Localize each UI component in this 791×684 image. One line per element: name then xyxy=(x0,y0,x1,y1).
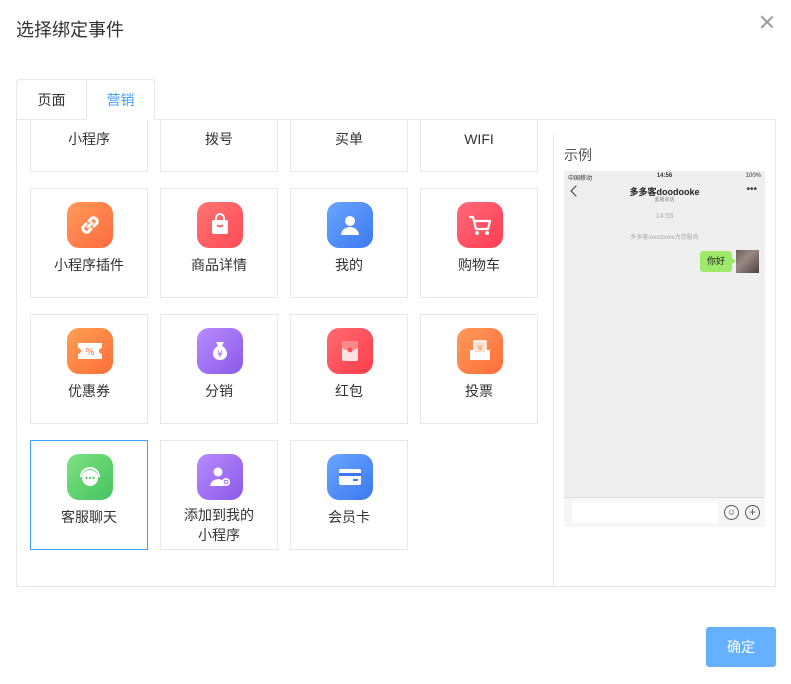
member-card-icon xyxy=(327,454,373,500)
tab-bar: 页面 营销 xyxy=(16,79,776,120)
chat-input-bar: ☺ + xyxy=(564,497,765,527)
money-bag-icon: ¥ xyxy=(197,328,243,374)
more-icon: ••• xyxy=(746,184,757,195)
event-label: 买单 xyxy=(335,131,363,147)
shopping-bag-icon xyxy=(197,202,243,248)
event-label: 购物车 xyxy=(458,257,500,273)
event-dial[interactable]: 拨号 xyxy=(160,120,278,172)
avatar xyxy=(736,250,759,273)
event-label-line1: 添加到我的 xyxy=(184,507,254,523)
event-label: 添加到我的 小程序 xyxy=(161,505,277,545)
event-label: 分销 xyxy=(205,383,233,399)
svg-text:¥: ¥ xyxy=(217,350,223,360)
red-envelope-icon xyxy=(327,328,373,374)
event-pay-bill[interactable]: 买单 xyxy=(290,120,408,172)
svg-text:V: V xyxy=(478,344,483,352)
event-add-to-my-miniprogram[interactable]: 添加到我的 小程序 xyxy=(160,440,278,550)
confirm-button[interactable]: 确定 xyxy=(706,627,776,667)
dialog-title: 选择绑定事件 xyxy=(16,20,124,40)
event-label: 会员卡 xyxy=(328,509,370,525)
ballot-box-icon: V xyxy=(457,328,503,374)
event-label: 小程序 xyxy=(68,131,110,147)
message-time: 14:55 xyxy=(655,213,674,220)
cart-icon xyxy=(457,202,503,248)
chat-subtitle: 客服会话 xyxy=(654,197,675,203)
event-distribution[interactable]: ¥ 分销 xyxy=(160,314,278,424)
close-icon[interactable] xyxy=(759,14,775,30)
event-label: 优惠券 xyxy=(68,383,110,399)
system-message: 多多客doodooke为您服务 xyxy=(630,235,699,241)
event-vote[interactable]: V 投票 xyxy=(420,314,538,424)
event-label: 小程序插件 xyxy=(54,257,124,273)
divider xyxy=(553,135,554,586)
chat-service-icon xyxy=(67,454,113,500)
tab-page[interactable]: 页面 xyxy=(16,79,86,120)
event-coupon[interactable]: % 优惠券 xyxy=(30,314,148,424)
event-cart[interactable]: 购物车 xyxy=(420,188,538,298)
tab-content: 小程序 拨号 买单 WIFI 小程序插件 商品详情 我的 购物车 % 优惠券 ¥… xyxy=(16,120,776,587)
event-label: 我的 xyxy=(335,257,363,273)
chat-nav-bar: 多多客doodooke 客服会话 ••• xyxy=(564,183,765,207)
event-label: 客服聊天 xyxy=(61,509,117,525)
tab-marketing[interactable]: 营销 xyxy=(86,79,155,120)
battery-text: 100% xyxy=(745,173,761,179)
link-icon xyxy=(67,202,113,248)
phone-status-bar: 中国移动 14:56 100% xyxy=(564,171,765,183)
event-customer-service-chat[interactable]: 客服聊天 xyxy=(30,440,148,550)
emoji-icon: ☺ xyxy=(724,505,739,520)
event-label-line2: 小程序 xyxy=(198,527,240,543)
event-label: 投票 xyxy=(465,383,493,399)
example-phone-preview: 中国移动 14:56 100% 多多客doodooke 客服会话 ••• 14:… xyxy=(564,171,765,527)
event-miniprogram[interactable]: 小程序 xyxy=(30,120,148,172)
example-label: 示例 xyxy=(564,147,592,163)
event-miniprogram-plugin[interactable]: 小程序插件 xyxy=(30,188,148,298)
event-red-envelope[interactable]: 红包 xyxy=(290,314,408,424)
svg-text:%: % xyxy=(85,347,95,358)
event-wifi[interactable]: WIFI xyxy=(420,120,538,172)
status-time: 14:56 xyxy=(656,173,673,179)
coupon-icon: % xyxy=(67,328,113,374)
event-mine[interactable]: 我的 xyxy=(290,188,408,298)
event-label: WIFI xyxy=(464,131,494,147)
event-label: 拨号 xyxy=(205,131,233,147)
event-product-detail[interactable]: 商品详情 xyxy=(160,188,278,298)
chat-input-field xyxy=(572,502,718,523)
add-to-miniprogram-icon xyxy=(197,454,243,500)
event-member-card[interactable]: 会员卡 xyxy=(290,440,408,550)
user-icon xyxy=(327,202,373,248)
plus-icon: + xyxy=(745,505,760,520)
message-bubble: 你好 xyxy=(699,251,737,272)
event-grid[interactable]: 小程序 拨号 买单 WIFI 小程序插件 商品详情 我的 购物车 % 优惠券 ¥… xyxy=(17,120,553,586)
event-label: 商品详情 xyxy=(191,257,247,273)
event-label: 红包 xyxy=(335,383,363,399)
